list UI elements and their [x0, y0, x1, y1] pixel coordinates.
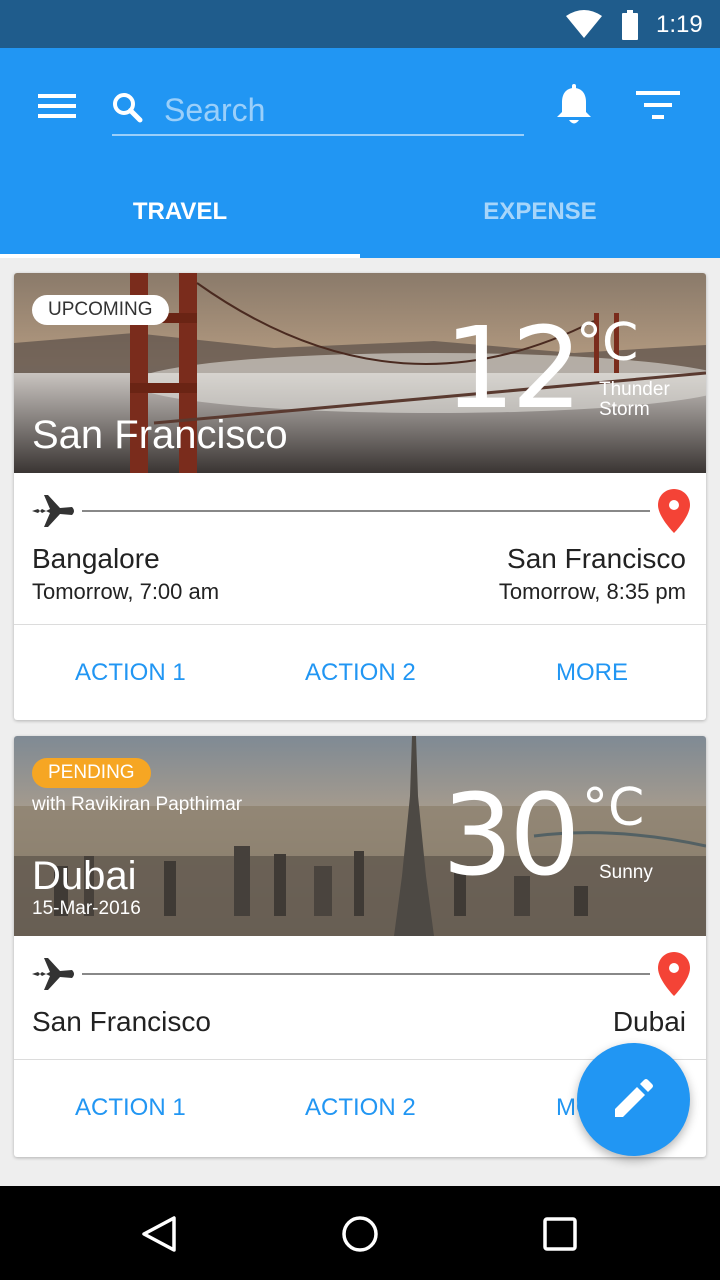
- system-nav-bar: [0, 1186, 720, 1280]
- weather-condition: Thunder Storm: [599, 379, 670, 420]
- edit-fab-button[interactable]: [577, 1043, 690, 1156]
- tab-indicator: [0, 254, 360, 258]
- airplane-icon: [32, 956, 76, 997]
- arrival-time: Tomorrow, 8:35 pm: [498, 579, 686, 604]
- recents-button[interactable]: [536, 1210, 584, 1258]
- status-bar: 1:19: [0, 0, 720, 48]
- action-1-button[interactable]: ACTION 1: [75, 1094, 186, 1122]
- location-pin-icon: [658, 952, 690, 1001]
- filter-button[interactable]: [634, 88, 682, 124]
- trip-hero-image: PENDING with Ravikiran Papthimar Dubai 1…: [14, 736, 706, 936]
- bell-icon: [557, 84, 591, 124]
- action-2-button[interactable]: ACTION 2: [305, 1094, 416, 1122]
- temperature: 30: [442, 771, 581, 901]
- clock: 1:19: [656, 11, 703, 38]
- departure-time: Tomorrow, 7:00 am: [32, 579, 220, 604]
- pencil-icon: [615, 1079, 653, 1117]
- menu-icon: [38, 94, 76, 118]
- trip-date: 15-Mar-2016: [32, 898, 141, 919]
- arrival-city: San Francisco: [507, 543, 686, 574]
- temperature: 12: [444, 304, 583, 434]
- recents-square-icon: [543, 1217, 577, 1251]
- origin-city: San Francisco: [32, 1006, 211, 1037]
- notifications-button[interactable]: [554, 84, 594, 128]
- action-2-button[interactable]: ACTION 2: [305, 659, 416, 687]
- temperature-unit: °C: [582, 778, 645, 838]
- menu-button[interactable]: [36, 90, 78, 122]
- home-circle-icon: [342, 1216, 378, 1252]
- weather-condition: Sunny: [599, 862, 653, 883]
- destination-city: San Francisco: [32, 413, 288, 457]
- location-pin-icon: [658, 489, 690, 538]
- wifi-icon: [566, 10, 602, 43]
- airplane-icon: [32, 493, 76, 534]
- home-button[interactable]: [336, 1210, 384, 1258]
- filter-icon: [636, 91, 680, 119]
- traveler-companion: with Ravikiran Papthimar: [32, 794, 243, 815]
- trip-card[interactable]: UPCOMING San Francisco 12 °C Thunder Sto…: [14, 273, 706, 720]
- search-input[interactable]: [164, 88, 514, 132]
- search-bar: [112, 84, 524, 136]
- card-actions: ACTION 1 ACTION 2 MORE: [14, 625, 706, 720]
- search-icon: [112, 92, 144, 129]
- battery-icon: [622, 10, 638, 45]
- route-line: [82, 510, 650, 512]
- back-triangle-icon: [142, 1216, 176, 1252]
- trip-hero-image: UPCOMING San Francisco 12 °C Thunder Sto…: [14, 273, 706, 473]
- status-badge: UPCOMING: [32, 295, 169, 325]
- more-button[interactable]: MORE: [556, 659, 628, 687]
- app-bar: TRAVEL EXPENSE: [0, 48, 720, 258]
- route-line: [82, 973, 650, 975]
- origin-city: Bangalore: [32, 543, 160, 574]
- status-badge: PENDING: [32, 758, 151, 788]
- temperature-unit: °C: [576, 313, 639, 373]
- action-1-button[interactable]: ACTION 1: [75, 659, 186, 687]
- tab-travel[interactable]: TRAVEL: [0, 184, 360, 258]
- arrival-city: Dubai: [612, 1006, 686, 1037]
- tab-expense[interactable]: EXPENSE: [360, 184, 720, 258]
- back-button[interactable]: [136, 1210, 184, 1258]
- destination-city: Dubai: [32, 854, 137, 898]
